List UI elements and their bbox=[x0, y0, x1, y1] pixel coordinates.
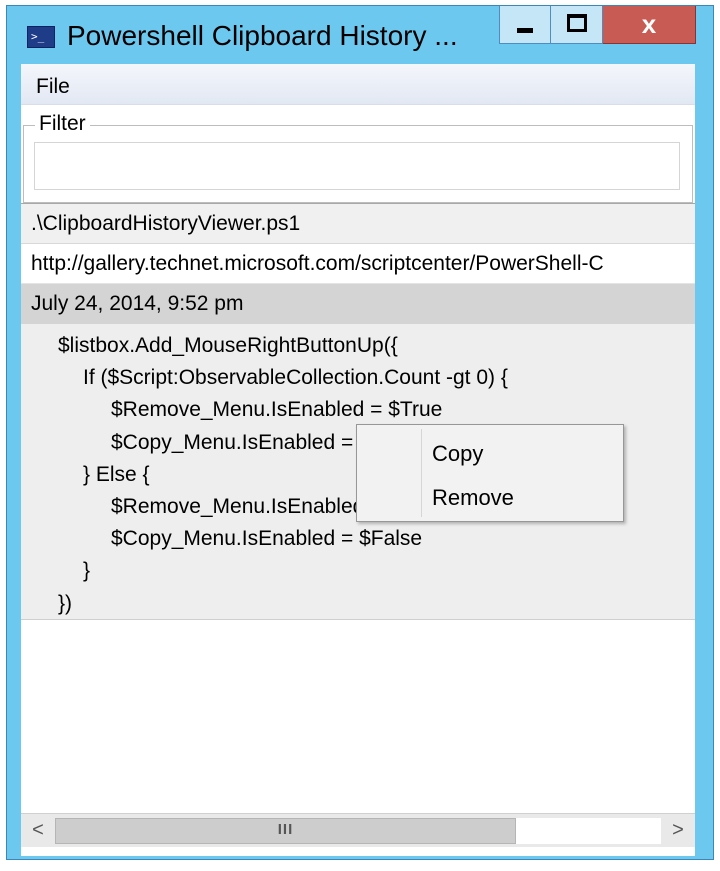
maximize-button[interactable] bbox=[551, 6, 603, 44]
window-title: Powershell Clipboard History ... bbox=[67, 20, 458, 51]
code-line: }) bbox=[58, 591, 73, 615]
code-line: $Remove_Menu.IsEnabled = $True bbox=[111, 398, 443, 422]
menu-bar: File bbox=[21, 64, 695, 105]
filter-label: Filter bbox=[35, 112, 90, 136]
scroll-right-icon[interactable]: > bbox=[661, 814, 695, 847]
powershell-icon[interactable]: >_ bbox=[27, 26, 55, 48]
context-menu-remove[interactable]: Remove bbox=[432, 485, 514, 511]
list-item-selected[interactable]: July 24, 2014, 9:52 pm bbox=[21, 284, 695, 324]
menu-file[interactable]: File bbox=[36, 75, 70, 99]
close-icon: x bbox=[641, 9, 657, 39]
list-item[interactable]: http://gallery.technet.microsoft.com/scr… bbox=[21, 244, 695, 284]
code-line: If ($Script:ObservableCollection.Count -… bbox=[83, 366, 508, 390]
context-menu-copy[interactable]: Copy bbox=[432, 441, 483, 467]
context-menu-separator bbox=[421, 429, 422, 517]
code-line: $Copy_Menu.IsEnabled = $False bbox=[111, 527, 423, 551]
code-line: $listbox.Add_MouseRightButtonUp({ bbox=[58, 334, 398, 357]
scroll-left-icon[interactable]: < bbox=[21, 814, 55, 847]
context-menu: Copy Remove bbox=[356, 424, 624, 522]
filter-input[interactable] bbox=[34, 142, 680, 190]
scroll-thumb[interactable]: III bbox=[55, 818, 516, 844]
close-button[interactable]: x bbox=[603, 6, 696, 44]
code-line: } bbox=[83, 559, 91, 583]
minimize-button[interactable] bbox=[499, 6, 551, 44]
horizontal-scrollbar[interactable]: < III > bbox=[21, 813, 695, 847]
minimize-icon bbox=[517, 28, 533, 33]
list-item[interactable]: .\ClipboardHistoryViewer.ps1 bbox=[21, 204, 695, 244]
maximize-icon bbox=[566, 13, 587, 32]
title-bar[interactable]: >_ Powershell Clipboard History ... x bbox=[7, 6, 713, 64]
